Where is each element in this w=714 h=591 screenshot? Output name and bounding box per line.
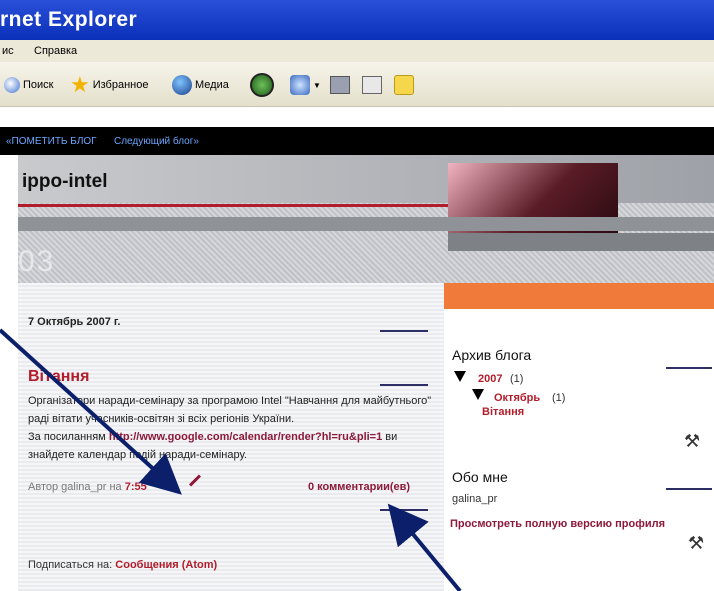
subscribe-atom-link[interactable]: Сообщения (Atom) bbox=[115, 559, 217, 571]
about-title: Обо мне bbox=[452, 469, 508, 485]
favorites-label: Избранное bbox=[92, 79, 149, 91]
profile-username: galina_pr bbox=[452, 493, 498, 505]
tools-icon[interactable]: ⚒ bbox=[688, 533, 704, 554]
header-bar bbox=[18, 217, 714, 231]
print-button[interactable] bbox=[330, 74, 350, 96]
note-icon bbox=[394, 75, 414, 95]
favorites-button[interactable]: ★ Избранное bbox=[70, 74, 148, 96]
tools-icon[interactable]: ⚒ bbox=[684, 431, 700, 452]
calendar-link[interactable]: http://www.google.com/calendar/render?hl… bbox=[109, 431, 382, 443]
archive-year-count: (1) bbox=[510, 373, 524, 385]
star-icon: ★ bbox=[70, 72, 90, 97]
mail-icon bbox=[290, 75, 310, 95]
media-button[interactable]: Медиа bbox=[172, 74, 229, 96]
sidebar: Архив блога 2007 (1) Октябрь (1) Вітання… bbox=[444, 309, 714, 591]
blogger-navbar: «ПОМЕТИТЬ БЛОГ Следующий блог» bbox=[0, 127, 714, 155]
archive-month-link[interactable]: Октябрь bbox=[494, 392, 540, 404]
edit-icon bbox=[362, 76, 382, 94]
edit-button[interactable] bbox=[362, 74, 382, 96]
post-body: Організатори наради-семінару за програмо… bbox=[28, 392, 438, 464]
main-column: 7 Октябрь 2007 г. Вітання Організатори н… bbox=[18, 283, 444, 591]
messenger-button[interactable] bbox=[394, 74, 414, 96]
search-label: Поиск bbox=[23, 79, 54, 91]
date-underline bbox=[380, 330, 428, 332]
media-label: Медиа bbox=[195, 79, 229, 91]
search-icon bbox=[4, 77, 20, 93]
post-time-link[interactable]: 7:55 bbox=[125, 481, 147, 493]
orange-band bbox=[444, 283, 714, 309]
next-blog-link[interactable]: Следующий блог» bbox=[114, 136, 199, 147]
triangle-down-icon[interactable] bbox=[454, 371, 466, 382]
post-text-2: За посиланням bbox=[28, 431, 106, 443]
post-title[interactable]: Вітання bbox=[28, 368, 89, 386]
archive-post-link[interactable]: Вітання bbox=[482, 406, 524, 418]
post-meta: Автор galina_pr на 7:55 bbox=[28, 481, 147, 493]
post-author: Автор galina_pr на bbox=[28, 481, 122, 493]
menu-bar: ис Справка bbox=[0, 40, 714, 63]
archive-year-link[interactable]: 2007 bbox=[478, 373, 502, 385]
print-icon bbox=[330, 76, 350, 94]
triangle-down-icon[interactable] bbox=[472, 389, 484, 400]
header-dark-band bbox=[448, 233, 714, 251]
history-button[interactable] bbox=[250, 73, 274, 97]
media-globe-icon bbox=[172, 75, 192, 95]
blog-title[interactable]: ippo-intel bbox=[22, 171, 107, 193]
subscribe-label: Подписаться на: bbox=[28, 559, 113, 571]
flag-blog-link[interactable]: «ПОМЕТИТЬ БЛОГ bbox=[6, 136, 97, 147]
about-underline bbox=[666, 488, 712, 490]
window-titlebar: rnet Explorer bbox=[0, 0, 714, 40]
post-underline bbox=[380, 509, 428, 511]
post-date: 7 Октябрь 2007 г. bbox=[28, 316, 121, 328]
subscribe-line: Подписаться на: Сообщения (Atom) bbox=[28, 559, 217, 571]
search-button[interactable]: Поиск bbox=[4, 74, 53, 96]
page-margin bbox=[0, 107, 714, 127]
history-icon bbox=[250, 73, 274, 97]
window-title: rnet Explorer bbox=[0, 8, 138, 31]
title-underline bbox=[380, 384, 428, 386]
chevron-down-icon: ▼ bbox=[313, 80, 321, 90]
blog-header: ippo-intel 03 bbox=[18, 155, 714, 283]
header-red-line bbox=[18, 204, 448, 207]
archive-underline bbox=[666, 367, 712, 369]
edit-pencil-icon[interactable] bbox=[188, 474, 202, 487]
toolbar: Поиск ★ Избранное Медиа ▼ bbox=[0, 62, 714, 107]
archive-month-count: (1) bbox=[552, 392, 566, 404]
post-text-1: Організатори наради-семінару за програмо… bbox=[28, 395, 432, 425]
archive-title: Архив блога bbox=[452, 347, 532, 363]
mail-button[interactable]: ▼ bbox=[290, 74, 321, 96]
profile-link[interactable]: Просмотреть полную версию профиля bbox=[450, 518, 665, 530]
menu-item-help[interactable]: Справка bbox=[34, 45, 77, 57]
menu-item-service[interactable]: ис bbox=[2, 45, 14, 57]
header-number: 03 bbox=[18, 245, 56, 278]
comments-link[interactable]: 0 комментарии(ев) bbox=[308, 481, 410, 493]
